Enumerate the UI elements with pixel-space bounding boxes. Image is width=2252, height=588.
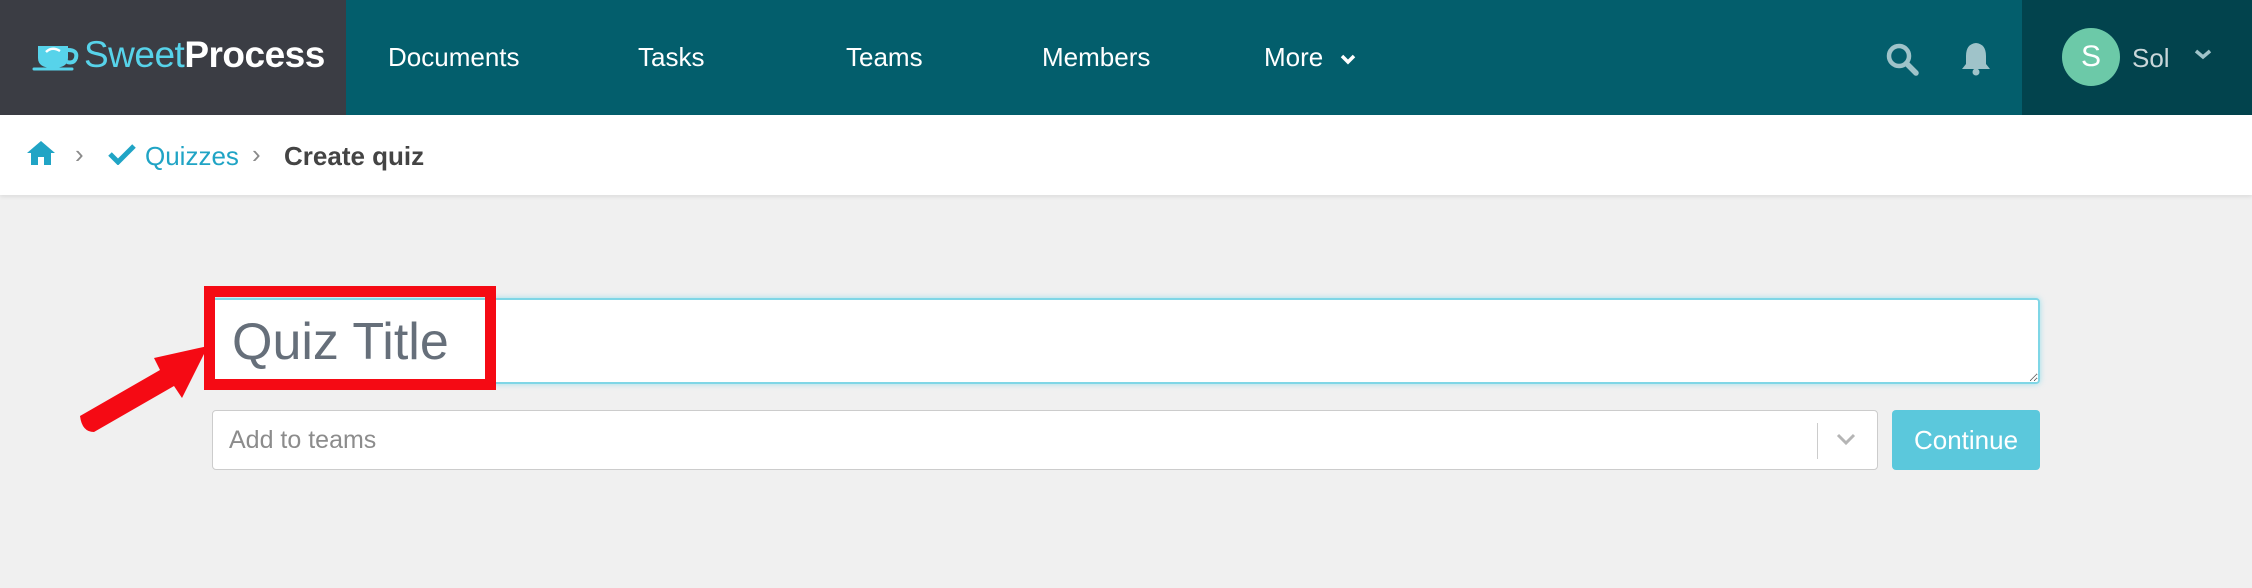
- nav-item-tasks[interactable]: Tasks: [638, 42, 704, 73]
- home-icon[interactable]: [26, 139, 56, 167]
- teams-select[interactable]: Add to teams: [212, 410, 1878, 470]
- teams-select-placeholder: Add to teams: [229, 426, 377, 454]
- coffee-cup-icon: [32, 46, 79, 71]
- brand-name-sweet: Sweet: [84, 34, 185, 75]
- breadcrumb-separator: ›: [75, 139, 84, 169]
- annotation-arrow-icon: [80, 346, 208, 432]
- avatar: S: [2062, 28, 2120, 86]
- annotation-highlight-box: [204, 286, 496, 390]
- brand-name-process: Process: [184, 34, 325, 75]
- chevron-down-icon: [2194, 49, 2212, 60]
- check-icon: [108, 144, 136, 165]
- user-menu[interactable]: S Sol: [2022, 0, 2252, 115]
- nav-item-documents[interactable]: Documents: [388, 42, 520, 73]
- search-icon[interactable]: [1885, 42, 1919, 76]
- breadcrumb-item-quizzes[interactable]: Quizzes: [145, 141, 239, 172]
- nav-item-more[interactable]: More: [1264, 42, 1356, 73]
- continue-button[interactable]: Continue: [1892, 410, 2040, 470]
- top-navbar: SweetProcess Documents Tasks Teams Membe…: [0, 0, 2252, 115]
- select-divider: [1817, 423, 1818, 459]
- brand-name: SweetProcess: [84, 34, 325, 76]
- breadcrumb: › Quizzes › Create quiz: [0, 115, 2252, 195]
- chevron-down-icon[interactable]: [1835, 431, 1857, 447]
- nav-item-teams[interactable]: Teams: [846, 42, 923, 73]
- user-name: Sol: [2132, 43, 2170, 73]
- breadcrumb-item-current: Create quiz: [284, 141, 425, 171]
- breadcrumb-separator: ›: [252, 139, 261, 169]
- chevron-down-icon: [1341, 54, 1356, 65]
- brand-logo[interactable]: SweetProcess: [0, 0, 346, 115]
- bell-icon[interactable]: [1961, 40, 1991, 76]
- nav-item-more-label: More: [1264, 42, 1324, 72]
- nav-item-members[interactable]: Members: [1042, 42, 1150, 73]
